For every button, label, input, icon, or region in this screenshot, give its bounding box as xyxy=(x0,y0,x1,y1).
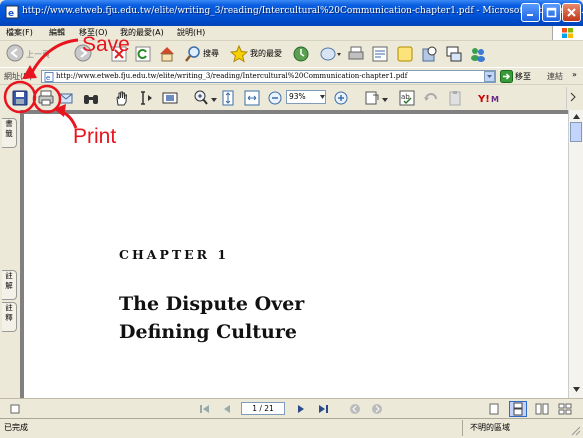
print-arrowhead xyxy=(54,104,66,117)
print-annotation-label: Print xyxy=(73,125,117,148)
save-highlight-circle xyxy=(3,80,37,114)
save-annotation-label: Save xyxy=(82,33,130,56)
annotation-overlay xyxy=(3,38,79,129)
print-highlight-circle xyxy=(32,84,62,114)
save-arrow xyxy=(28,38,79,77)
